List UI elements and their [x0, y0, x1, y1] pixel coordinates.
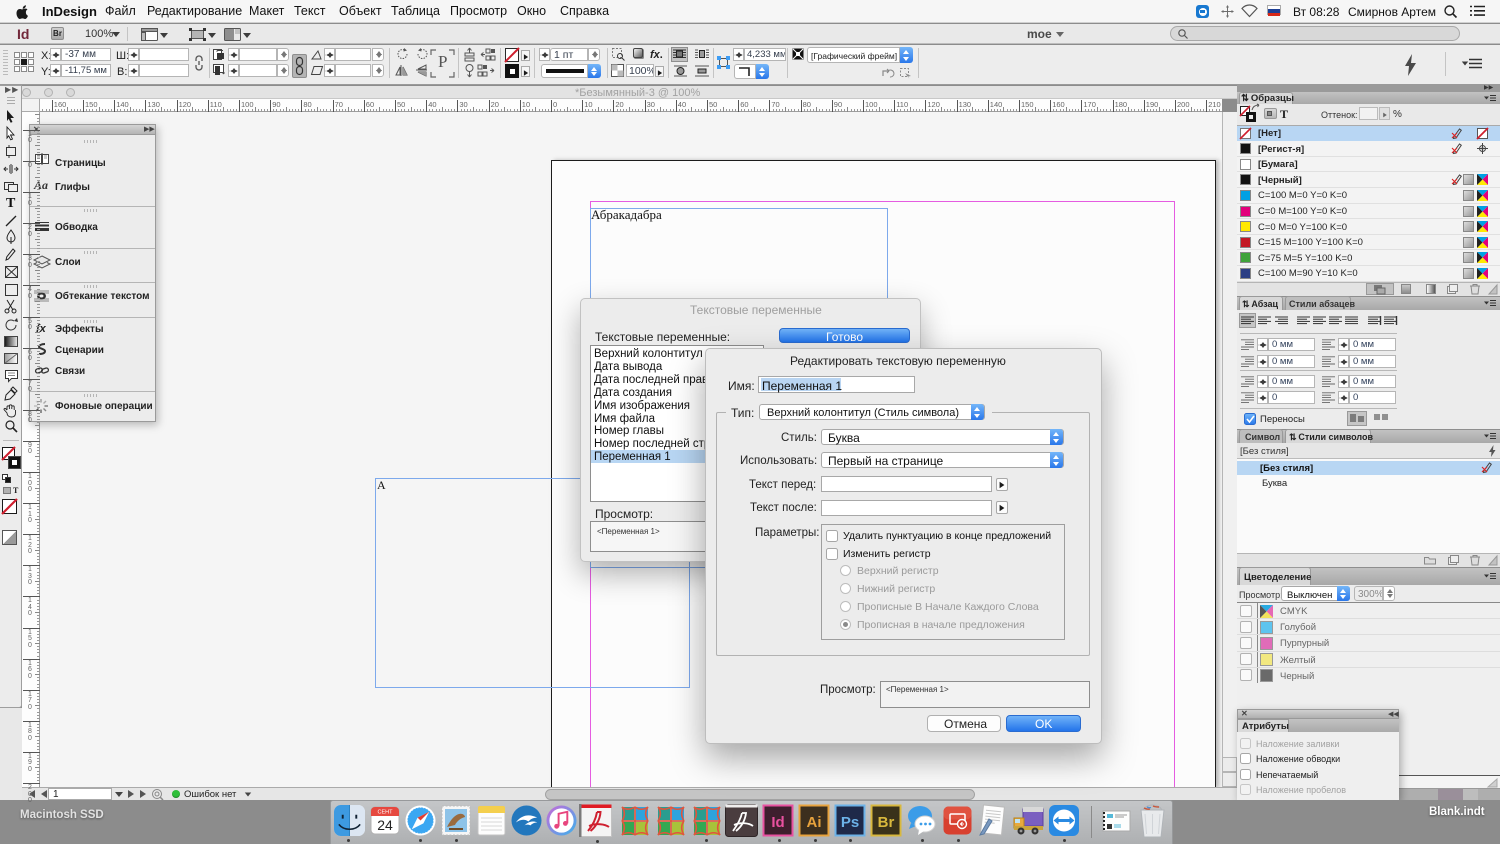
svg-text:Ai: Ai	[807, 814, 822, 831]
svg-text:СЕНТ: СЕНТ	[378, 810, 394, 816]
svg-text:24: 24	[377, 817, 393, 833]
svg-text:Id: Id	[771, 814, 784, 831]
svg-text:Ps: Ps	[841, 814, 859, 831]
svg-text:Br: Br	[878, 814, 895, 831]
